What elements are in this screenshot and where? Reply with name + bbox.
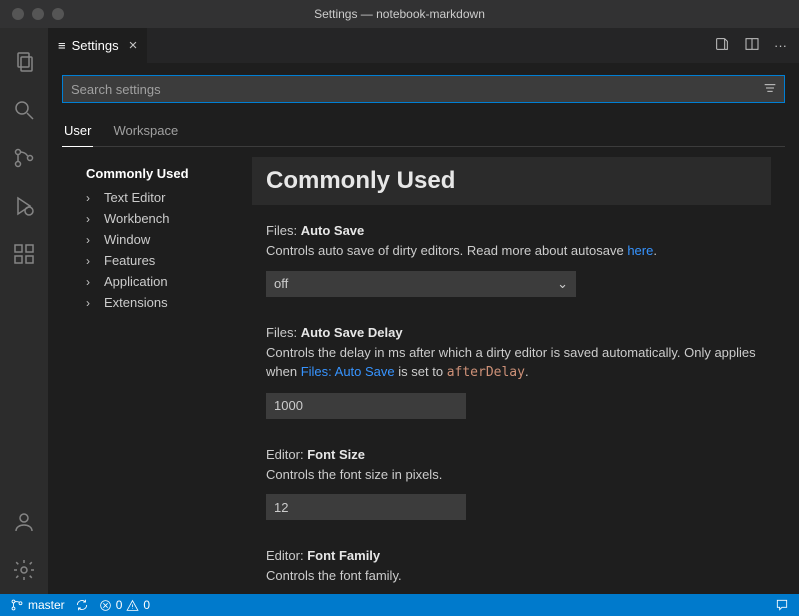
close-window[interactable] — [12, 8, 24, 20]
close-icon[interactable]: × — [129, 37, 138, 54]
scope-user[interactable]: User — [62, 117, 93, 147]
toc-extensions[interactable]: ›Extensions — [86, 292, 252, 313]
split-editor-icon[interactable] — [744, 36, 760, 55]
source-control-icon[interactable] — [0, 134, 48, 182]
setting-title: Files: Auto Save Delay — [266, 325, 771, 340]
tab-settings[interactable]: ≡ Settings × — [48, 28, 148, 63]
chevron-right-icon: › — [86, 191, 100, 205]
titlebar: Settings — notebook-markdown — [0, 0, 799, 28]
extensions-icon[interactable] — [0, 230, 48, 278]
scope-workspace[interactable]: Workspace — [111, 117, 180, 146]
setting-description: Controls the delay in ms after which a d… — [266, 344, 771, 383]
toc-application[interactable]: ›Application — [86, 271, 252, 292]
toc-text-editor[interactable]: ›Text Editor — [86, 187, 252, 208]
chevron-right-icon: › — [86, 212, 100, 226]
chevron-down-icon: ⌄ — [557, 276, 568, 292]
setting-title: Editor: Font Size — [266, 447, 771, 462]
setting-auto-save: Files: Auto Save Controls auto save of d… — [252, 223, 771, 325]
chevron-right-icon: › — [86, 296, 100, 310]
more-actions-icon[interactable]: ··· — [774, 38, 787, 53]
chevron-right-icon: › — [86, 233, 100, 247]
sync-icon[interactable] — [75, 598, 89, 612]
git-branch[interactable]: master — [10, 598, 65, 612]
setting-font-family: Editor: Font Family Controls the font fa… — [252, 548, 771, 594]
toc-features[interactable]: ›Features — [86, 250, 252, 271]
setting-description: Controls the font family. — [266, 567, 771, 586]
problems[interactable]: 0 0 — [99, 598, 150, 612]
settings-toc: Commonly Used ›Text Editor ›Workbench ›W… — [62, 157, 252, 594]
setting-font-size: Editor: Font Size Controls the font size… — [252, 447, 771, 549]
accounts-icon[interactable] — [0, 498, 48, 546]
open-settings-json-icon[interactable] — [714, 36, 730, 55]
toc-heading[interactable]: Commonly Used — [86, 163, 252, 187]
setting-auto-save-delay: Files: Auto Save Delay Controls the dela… — [252, 325, 771, 447]
settings-search[interactable] — [62, 75, 785, 103]
minimize-window[interactable] — [32, 8, 44, 20]
search-input[interactable] — [71, 82, 762, 97]
auto-save-delay-input[interactable] — [266, 393, 466, 419]
section-heading: Commonly Used — [252, 157, 771, 205]
settings-list: Commonly Used Files: Auto Save Controls … — [252, 157, 785, 594]
chevron-right-icon: › — [86, 275, 100, 289]
settings-gear-icon[interactable] — [0, 546, 48, 594]
window-title: Settings — notebook-markdown — [0, 7, 799, 21]
window-controls — [0, 8, 64, 20]
search-icon[interactable] — [0, 86, 48, 134]
explorer-icon[interactable] — [0, 38, 48, 86]
scope-tabs: User Workspace — [62, 117, 785, 147]
toc-window[interactable]: ›Window — [86, 229, 252, 250]
auto-save-link[interactable]: Files: Auto Save — [301, 364, 395, 379]
setting-description: Controls auto save of dirty editors. Rea… — [266, 242, 771, 261]
activity-bar — [0, 28, 48, 594]
filter-icon[interactable] — [762, 80, 778, 99]
tab-bar: ≡ Settings × ··· — [48, 28, 799, 63]
zoom-window[interactable] — [52, 8, 64, 20]
setting-title: Editor: Font Family — [266, 548, 771, 563]
setting-description: Controls the font size in pixels. — [266, 466, 771, 485]
toc-workbench[interactable]: ›Workbench — [86, 208, 252, 229]
settings-tab-icon: ≡ — [58, 38, 66, 53]
chevron-right-icon: › — [86, 254, 100, 268]
status-bar: master 0 0 — [0, 594, 799, 616]
setting-title: Files: Auto Save — [266, 223, 771, 238]
auto-save-select[interactable]: off ⌄ — [266, 271, 576, 297]
feedback-icon[interactable] — [775, 598, 789, 612]
font-size-input[interactable] — [266, 494, 466, 520]
run-debug-icon[interactable] — [0, 182, 48, 230]
tab-label: Settings — [72, 38, 119, 53]
autosave-docs-link[interactable]: here — [627, 243, 653, 258]
